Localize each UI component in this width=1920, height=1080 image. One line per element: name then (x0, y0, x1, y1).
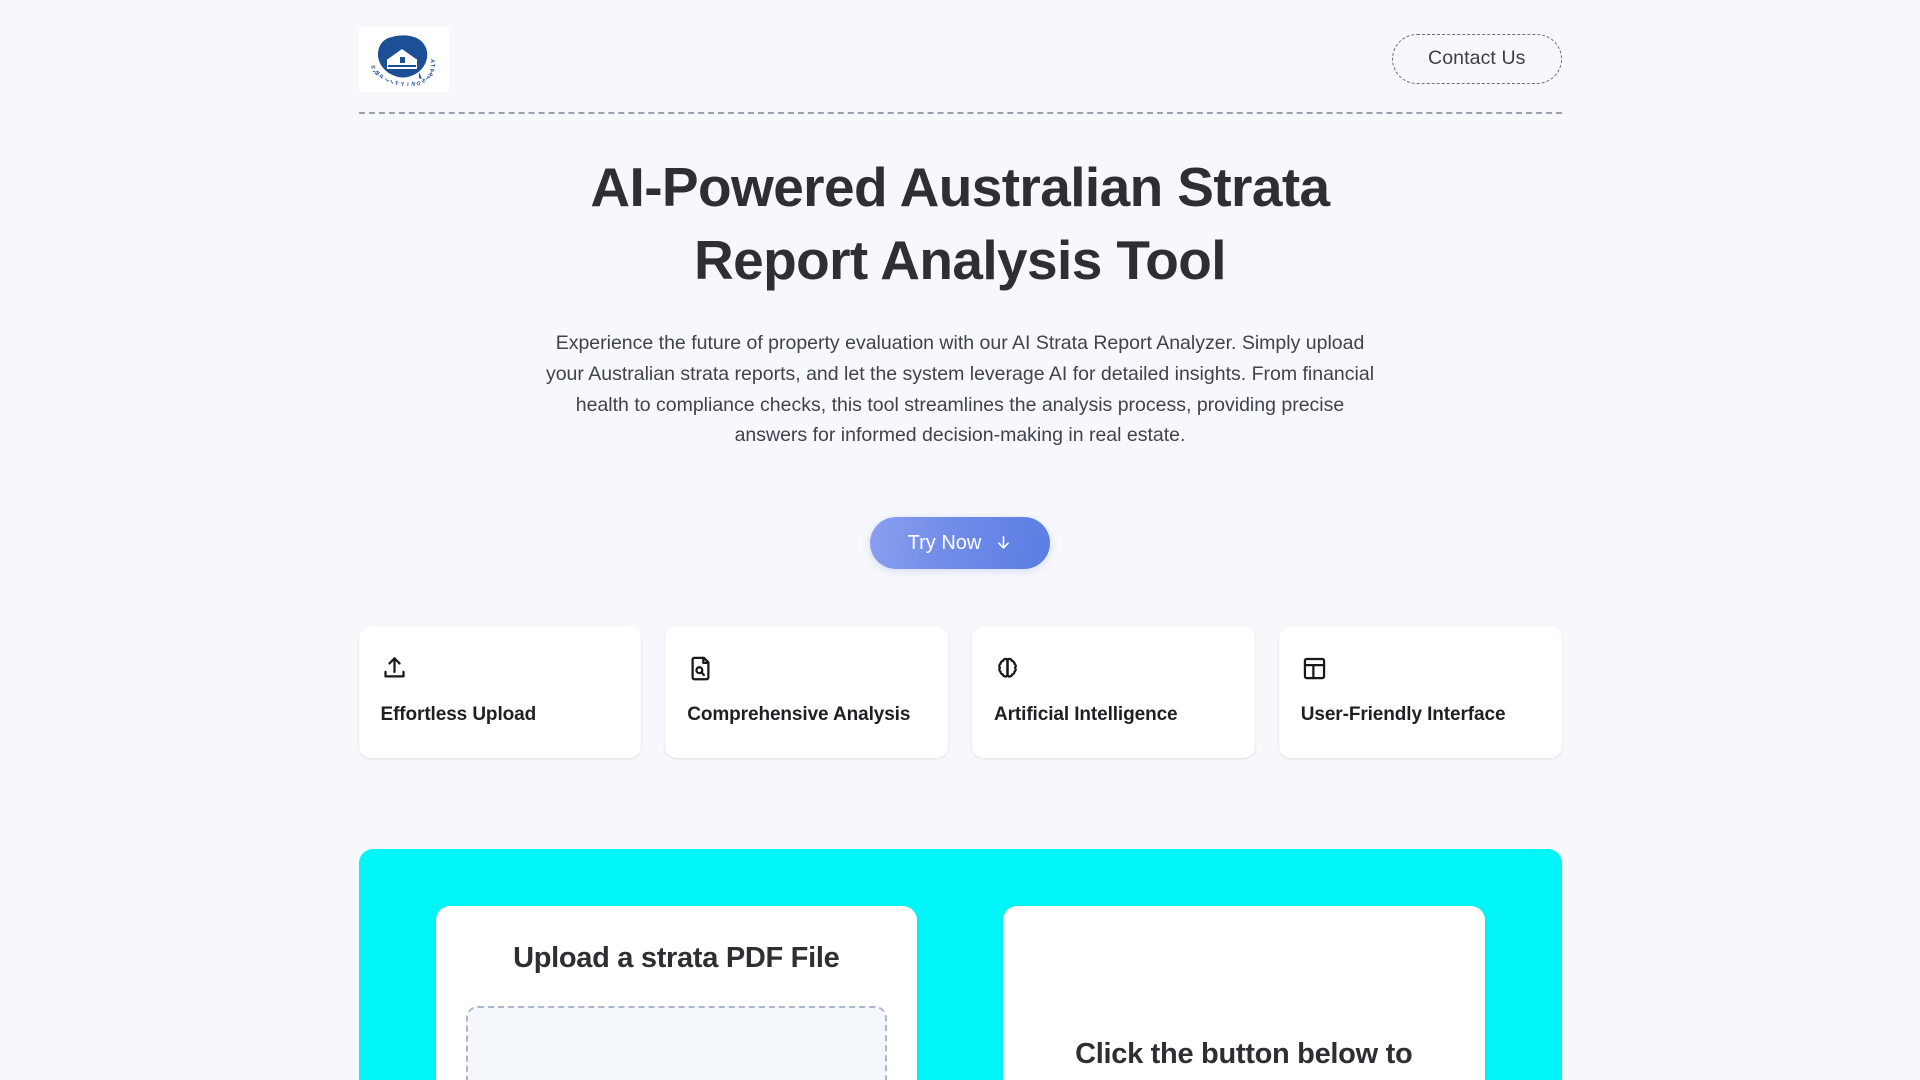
feature-label: User-Friendly Interface (1300, 703, 1506, 725)
upload-icon (648, 1060, 704, 1080)
layout-icon (1301, 652, 1540, 686)
site-header: S I M P L I F Y I N G S T R A T A Contac… (358, 0, 1562, 112)
feature-label: Effortless Upload (380, 703, 537, 725)
arrow-down-icon (995, 534, 1012, 551)
contact-us-button[interactable]: Contact Us (1392, 34, 1562, 84)
upload-panel: Upload a strata PDF File Click the butto… (358, 848, 1562, 1080)
feature-card-user-friendly-interface[interactable]: User-Friendly Interface (1278, 625, 1562, 758)
svg-text:Y: Y (400, 82, 405, 88)
feature-card-effortless-upload[interactable]: Effortless Upload (358, 625, 642, 758)
file-dropzone[interactable] (465, 1006, 887, 1080)
main-content: AI-Powered Australian Strata Report Anal… (358, 114, 1562, 1080)
upload-icon (381, 652, 620, 686)
hero-section: AI-Powered Australian Strata Report Anal… (359, 114, 1562, 569)
hero-subtitle: Experience the future of property evalua… (545, 332, 1375, 447)
page-title: AI-Powered Australian Strata Report Anal… (590, 156, 1330, 292)
brain-icon (994, 652, 1233, 686)
site-logo[interactable]: S I M P L I F Y I N G S T R A T A (358, 26, 449, 92)
svg-text:F: F (395, 80, 400, 87)
upload-card: Upload a strata PDF File (435, 905, 917, 1080)
feature-card-comprehensive-analysis[interactable]: Comprehensive Analysis (665, 625, 948, 758)
feature-card-artificial-intelligence[interactable]: Artificial Intelligence (972, 625, 1255, 758)
try-now-label: Try Now (907, 531, 982, 554)
svg-text:S: S (371, 65, 377, 70)
feature-cards: Effortless Upload Comprehensive Analysis (358, 625, 1562, 758)
file-search-icon (687, 652, 926, 686)
svg-text:I: I (406, 82, 409, 88)
content-container: S I M P L I F Y I N G S T R A T A Contac… (358, 0, 1562, 112)
feature-label: Comprehensive Analysis (687, 703, 911, 725)
proceed-card: Click the button below to proceed (1003, 905, 1485, 1080)
page-root: S I M P L I F Y I N G S T R A T A Contac… (0, 0, 1920, 1080)
feature-label: Artificial Intelligence (994, 703, 1178, 725)
proceed-instruction: Click the button below to proceed (1075, 1037, 1413, 1080)
svg-text:A: A (428, 68, 435, 74)
cta-row: Try Now (359, 516, 1562, 569)
try-now-button[interactable]: Try Now (869, 516, 1051, 569)
svg-text:A: A (428, 59, 434, 64)
upload-card-title: Upload a strata PDF File (513, 941, 840, 974)
